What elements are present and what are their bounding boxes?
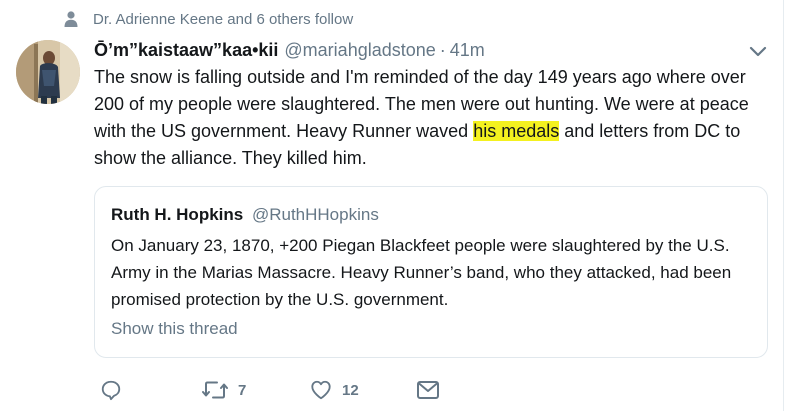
tweet-header: Ō’m”kaistaaw”kaa•kii @mariahgladstone · …: [94, 40, 766, 62]
quoted-tweet[interactable]: Ruth H. Hopkins @RuthHHopkins On January…: [94, 186, 768, 358]
person-icon: [64, 11, 78, 27]
tweet-actions: 7 12: [94, 376, 494, 404]
highlighted-text: his medals: [473, 121, 560, 141]
reply-icon: [101, 380, 121, 401]
retweet-icon: [202, 381, 228, 399]
show-thread-link[interactable]: Show this thread: [111, 319, 238, 339]
quote-author-fullname[interactable]: Ruth H. Hopkins: [111, 205, 243, 224]
quote-author-handle[interactable]: @RuthHHopkins: [252, 205, 379, 224]
quote-header: Ruth H. Hopkins @RuthHHopkins: [111, 205, 379, 225]
scrollbar-edge: [783, 0, 804, 411]
heart-icon: [311, 380, 331, 400]
avatar-image: [16, 40, 80, 104]
chevron-down-icon[interactable]: [748, 44, 768, 60]
direct-message-button[interactable]: [416, 376, 450, 404]
social-context-text[interactable]: Dr. Adrienne Keene and 6 others follow: [93, 11, 353, 28]
like-button[interactable]: 12: [310, 376, 359, 404]
like-count: 12: [342, 381, 359, 399]
author-handle[interactable]: @mariahgladstone: [284, 40, 435, 61]
tweet-page: Dr. Adrienne Keene and 6 others follow Ō…: [0, 0, 804, 411]
retweet-button[interactable]: 7: [202, 376, 246, 404]
avatar[interactable]: [16, 40, 80, 104]
tweet-timestamp[interactable]: 41m: [450, 40, 485, 61]
author-fullname[interactable]: Ō’m”kaistaaw”kaa•kii: [94, 40, 278, 61]
mail-icon: [417, 381, 439, 399]
reply-button[interactable]: [100, 376, 132, 404]
social-context: Dr. Adrienne Keene and 6 others follow: [64, 9, 353, 29]
quote-text: On January 23, 1870, +200 Piegan Blackfe…: [111, 236, 732, 309]
separator-dot: ·: [439, 40, 446, 60]
tweet-text: The snow is falling outside and I'm remi…: [94, 64, 774, 172]
retweet-count: 7: [238, 381, 247, 399]
